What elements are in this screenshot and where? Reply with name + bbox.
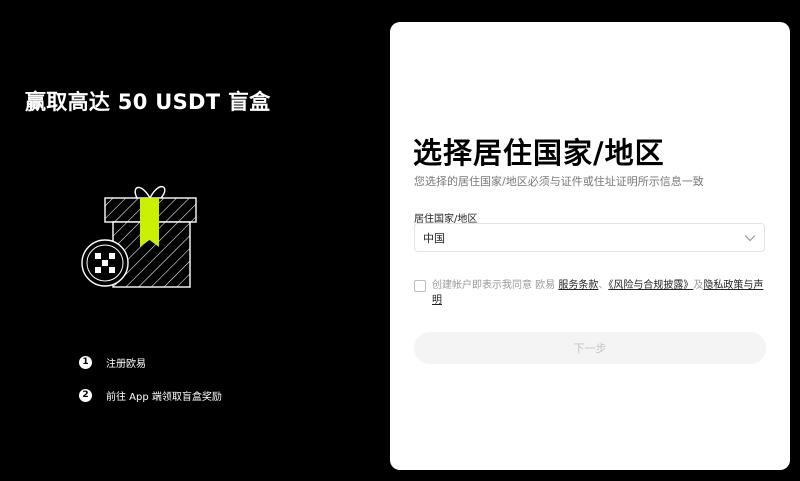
gift-box-illustration — [81, 186, 197, 288]
consent-separator: 、 — [598, 280, 609, 291]
step-text: 前往 App 端领取盲盒奖励 — [106, 391, 222, 403]
step-text: 注册欧易 — [106, 358, 146, 370]
page-title: 选择居住国家/地区 — [413, 136, 665, 170]
step-number: 2 — [79, 388, 92, 402]
country-select[interactable]: 中国 — [414, 223, 765, 252]
consent-separator: 及 — [693, 280, 704, 291]
consent-row: 创建帐户即表示我同意 欧易 服务条款、《风险与合规披露》及隐私政策与声明 — [414, 278, 769, 308]
chevron-down-icon — [744, 234, 756, 241]
step-item: 2 前往 App 端领取盲盒奖励 — [79, 387, 222, 403]
steps-list: 1 注册欧易 2 前往 App 端领取盲盒奖励 — [79, 354, 222, 420]
promo-title: 赢取高达 50 USDT 盲盒 — [25, 90, 271, 114]
country-select-value: 中国 — [423, 231, 445, 245]
consent-text: 创建帐户即表示我同意 欧易 服务条款、《风险与合规披露》及隐私政策与声明 — [432, 278, 769, 308]
page-subtitle: 您选择的居住国家/地区必须与证件或住址证明所示信息一致 — [414, 175, 704, 188]
risk-disclosure-link[interactable]: 《风险与合规披露》 — [608, 280, 693, 291]
terms-link[interactable]: 服务条款 — [558, 280, 598, 291]
step-number: 1 — [79, 355, 92, 369]
consent-prefix: 创建帐户即表示我同意 欧易 — [432, 280, 559, 291]
step-item: 1 注册欧易 — [79, 354, 222, 370]
country-selection-card: 选择居住国家/地区 您选择的居住国家/地区必须与证件或住址证明所示信息一致 居住… — [390, 22, 790, 470]
next-button[interactable]: 下一步 — [414, 332, 766, 364]
consent-checkbox[interactable] — [414, 280, 426, 292]
